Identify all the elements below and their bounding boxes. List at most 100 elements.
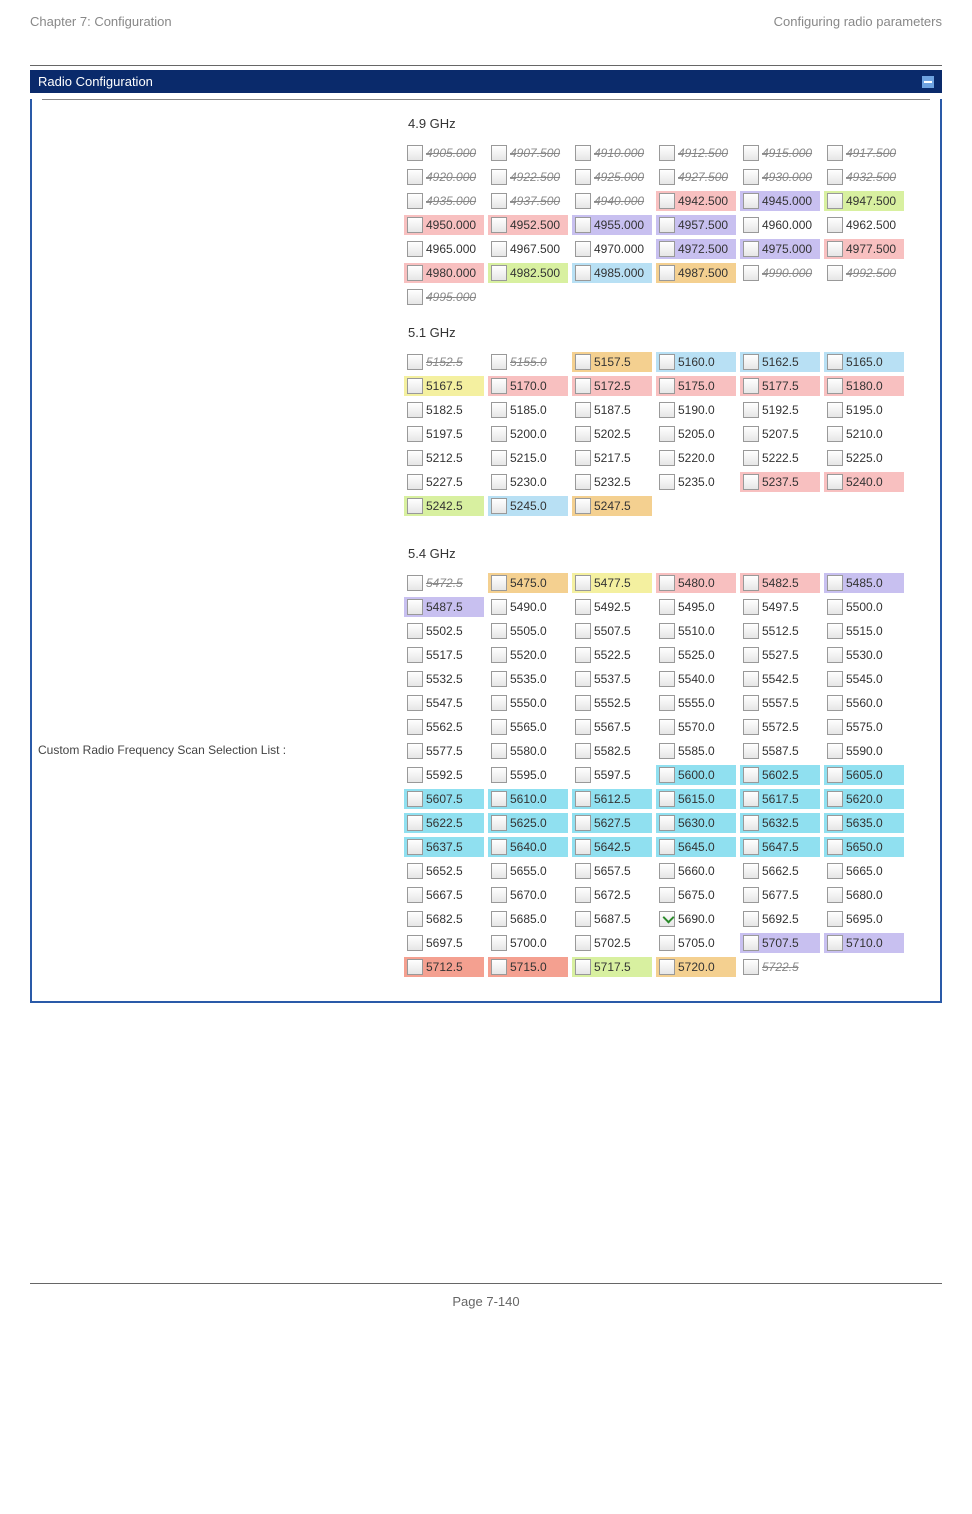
freq-cell[interactable]: 5240.0 bbox=[824, 472, 904, 492]
checkbox-icon[interactable] bbox=[575, 498, 591, 514]
freq-cell[interactable]: 5680.0 bbox=[824, 885, 904, 905]
freq-cell[interactable]: 5620.0 bbox=[824, 789, 904, 809]
checkbox-icon[interactable] bbox=[743, 887, 759, 903]
checkbox-icon[interactable] bbox=[491, 815, 507, 831]
checkbox-icon[interactable] bbox=[491, 839, 507, 855]
checkbox-icon[interactable] bbox=[491, 265, 507, 281]
freq-cell[interactable]: 4930.000 bbox=[740, 167, 820, 187]
freq-cell[interactable]: 5717.5 bbox=[572, 957, 652, 977]
checkbox-icon[interactable] bbox=[659, 599, 675, 615]
freq-cell[interactable]: 5472.5 bbox=[404, 573, 484, 593]
freq-cell[interactable]: 5575.0 bbox=[824, 717, 904, 737]
freq-cell[interactable]: 5607.5 bbox=[404, 789, 484, 809]
freq-cell[interactable]: 5577.5 bbox=[404, 741, 484, 761]
checkbox-icon[interactable] bbox=[743, 378, 759, 394]
checkbox-icon[interactable] bbox=[743, 959, 759, 975]
freq-cell[interactable]: 5557.5 bbox=[740, 693, 820, 713]
freq-cell[interactable]: 5197.5 bbox=[404, 424, 484, 444]
checkbox-icon[interactable] bbox=[743, 217, 759, 233]
freq-cell[interactable]: 5500.0 bbox=[824, 597, 904, 617]
freq-cell[interactable]: 5667.5 bbox=[404, 885, 484, 905]
checkbox-icon[interactable] bbox=[743, 169, 759, 185]
checkbox-icon[interactable] bbox=[575, 354, 591, 370]
freq-cell[interactable]: 5640.0 bbox=[488, 837, 568, 857]
freq-cell[interactable]: 5540.0 bbox=[656, 669, 736, 689]
checkbox-icon[interactable] bbox=[659, 169, 675, 185]
freq-cell[interactable]: 5602.5 bbox=[740, 765, 820, 785]
checkbox-icon[interactable] bbox=[659, 474, 675, 490]
checkbox-icon[interactable] bbox=[743, 743, 759, 759]
freq-cell[interactable]: 5222.5 bbox=[740, 448, 820, 468]
checkbox-icon[interactable] bbox=[659, 265, 675, 281]
freq-cell[interactable]: 4907.500 bbox=[488, 143, 568, 163]
checkbox-icon[interactable] bbox=[827, 647, 843, 663]
checkbox-icon[interactable] bbox=[491, 743, 507, 759]
freq-cell[interactable]: 5177.5 bbox=[740, 376, 820, 396]
checkbox-icon[interactable] bbox=[659, 815, 675, 831]
freq-cell[interactable]: 5175.0 bbox=[656, 376, 736, 396]
checkbox-icon[interactable] bbox=[659, 863, 675, 879]
checkbox-icon[interactable] bbox=[491, 911, 507, 927]
freq-cell[interactable]: 4972.500 bbox=[656, 239, 736, 259]
freq-cell[interactable]: 4960.000 bbox=[740, 215, 820, 235]
checkbox-icon[interactable] bbox=[407, 911, 423, 927]
freq-cell[interactable]: 5652.5 bbox=[404, 861, 484, 881]
freq-cell[interactable]: 5697.5 bbox=[404, 933, 484, 953]
checkbox-icon[interactable] bbox=[827, 426, 843, 442]
freq-cell[interactable]: 5207.5 bbox=[740, 424, 820, 444]
checkbox-icon[interactable] bbox=[575, 671, 591, 687]
checkbox-icon[interactable] bbox=[407, 169, 423, 185]
checkbox-icon[interactable] bbox=[491, 959, 507, 975]
freq-cell[interactable]: 5677.5 bbox=[740, 885, 820, 905]
freq-cell[interactable]: 5580.0 bbox=[488, 741, 568, 761]
freq-cell[interactable]: 5525.0 bbox=[656, 645, 736, 665]
checkbox-icon[interactable] bbox=[575, 911, 591, 927]
freq-cell[interactable]: 5535.0 bbox=[488, 669, 568, 689]
freq-cell[interactable]: 5705.0 bbox=[656, 933, 736, 953]
freq-cell[interactable]: 5180.0 bbox=[824, 376, 904, 396]
checkbox-icon[interactable] bbox=[743, 791, 759, 807]
freq-cell[interactable]: 5507.5 bbox=[572, 621, 652, 641]
checkbox-icon[interactable] bbox=[407, 265, 423, 281]
checkbox-icon[interactable] bbox=[491, 450, 507, 466]
freq-cell[interactable]: 4922.500 bbox=[488, 167, 568, 187]
checkbox-icon[interactable] bbox=[575, 743, 591, 759]
checkbox-icon[interactable] bbox=[659, 623, 675, 639]
freq-cell[interactable]: 5562.5 bbox=[404, 717, 484, 737]
freq-cell[interactable]: 5707.5 bbox=[740, 933, 820, 953]
checkbox-icon[interactable] bbox=[491, 671, 507, 687]
checkbox-icon[interactable] bbox=[827, 241, 843, 257]
freq-cell[interactable]: 5572.5 bbox=[740, 717, 820, 737]
checkbox-icon[interactable] bbox=[407, 378, 423, 394]
checkbox-icon[interactable] bbox=[491, 935, 507, 951]
checkbox-icon[interactable] bbox=[407, 935, 423, 951]
checkbox-icon[interactable] bbox=[575, 145, 591, 161]
checkbox-icon[interactable] bbox=[827, 169, 843, 185]
freq-cell[interactable]: 4905.000 bbox=[404, 143, 484, 163]
checkbox-icon[interactable] bbox=[659, 911, 675, 927]
freq-cell[interactable]: 4962.500 bbox=[824, 215, 904, 235]
checkbox-icon[interactable] bbox=[407, 354, 423, 370]
checkbox-icon[interactable] bbox=[491, 719, 507, 735]
checkbox-icon[interactable] bbox=[827, 599, 843, 615]
freq-cell[interactable]: 5212.5 bbox=[404, 448, 484, 468]
freq-cell[interactable]: 4987.500 bbox=[656, 263, 736, 283]
freq-cell[interactable]: 5627.5 bbox=[572, 813, 652, 833]
freq-cell[interactable]: 5642.5 bbox=[572, 837, 652, 857]
freq-cell[interactable]: 5692.5 bbox=[740, 909, 820, 929]
checkbox-icon[interactable] bbox=[743, 647, 759, 663]
checkbox-icon[interactable] bbox=[491, 599, 507, 615]
checkbox-icon[interactable] bbox=[491, 241, 507, 257]
freq-cell[interactable]: 4920.000 bbox=[404, 167, 484, 187]
checkbox-icon[interactable] bbox=[827, 887, 843, 903]
freq-cell[interactable]: 4965.000 bbox=[404, 239, 484, 259]
checkbox-icon[interactable] bbox=[575, 863, 591, 879]
freq-cell[interactable]: 5195.0 bbox=[824, 400, 904, 420]
freq-cell[interactable]: 5625.0 bbox=[488, 813, 568, 833]
freq-cell[interactable]: 5690.0 bbox=[656, 909, 736, 929]
freq-cell[interactable]: 5152.5 bbox=[404, 352, 484, 372]
checkbox-icon[interactable] bbox=[659, 241, 675, 257]
freq-cell[interactable]: 4915.000 bbox=[740, 143, 820, 163]
freq-cell[interactable]: 5715.0 bbox=[488, 957, 568, 977]
checkbox-icon[interactable] bbox=[491, 217, 507, 233]
